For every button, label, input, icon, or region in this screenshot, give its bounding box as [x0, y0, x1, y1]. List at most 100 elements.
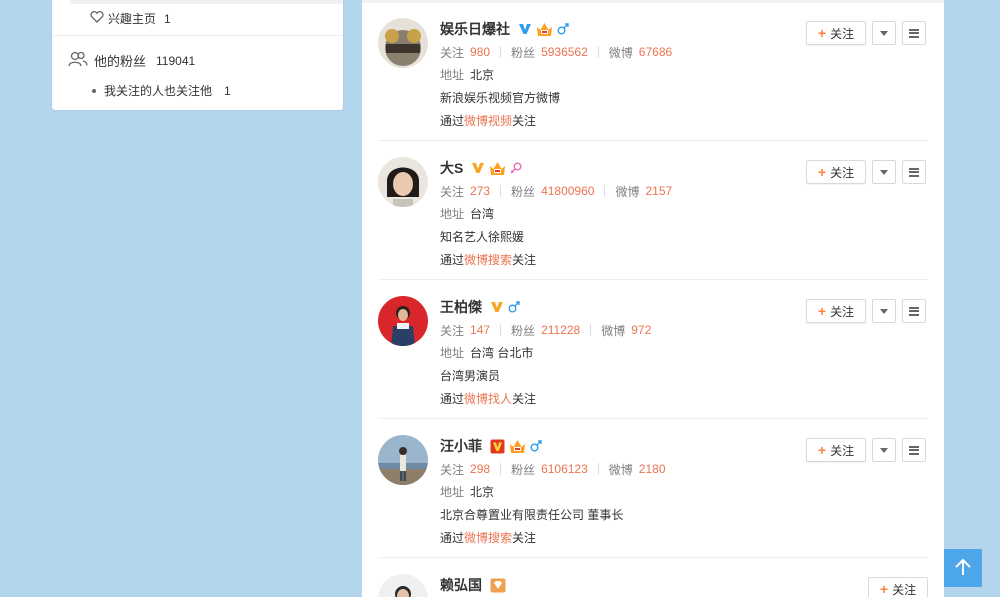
- following-count[interactable]: 147: [470, 323, 490, 337]
- vip-crown-icon[interactable]: [536, 22, 553, 37]
- following-label: 关注: [440, 323, 465, 338]
- follow-button-label: 关注: [830, 304, 855, 319]
- fans-count[interactable]: 211228: [541, 323, 580, 337]
- avatar[interactable]: [378, 157, 428, 207]
- heart-icon: [90, 11, 104, 26]
- user-name[interactable]: 娱乐日爆社: [440, 19, 510, 39]
- via-source-link[interactable]: 微博搜索: [464, 253, 512, 267]
- via-source-link[interactable]: 微博找人: [464, 392, 512, 406]
- vip-crown-icon[interactable]: [489, 161, 506, 176]
- following-count[interactable]: 298: [470, 462, 490, 476]
- user-item: 汪小菲 关注 298 粉丝 6106123 微博 2180 地址 北京 北京合尊置…: [378, 419, 928, 558]
- fans-count[interactable]: 5936562: [541, 45, 588, 59]
- more-dropdown-button[interactable]: [872, 21, 896, 45]
- menu-button[interactable]: [902, 438, 926, 462]
- female-icon: [510, 162, 522, 174]
- weibo-count[interactable]: 2180: [639, 462, 666, 476]
- plus-icon: +: [817, 164, 827, 180]
- blue-v-icon[interactable]: [518, 22, 532, 36]
- divider: [590, 324, 592, 336]
- follow-button[interactable]: + 关注: [806, 299, 866, 323]
- description: 台湾男演员: [440, 369, 501, 383]
- more-dropdown-button[interactable]: [872, 160, 896, 184]
- interest-link[interactable]: 兴趣主页 1: [90, 10, 171, 27]
- user-list: 娱乐日爆社 关注 980 粉丝 5936562 微博 67686 地址 北京 新浪…: [362, 0, 944, 597]
- weibo-count[interactable]: 67686: [639, 45, 672, 59]
- via-label: 通过: [440, 114, 465, 128]
- fans-label: 粉丝: [511, 323, 536, 338]
- user-name[interactable]: 大S: [440, 158, 463, 178]
- via-suffix: 关注: [512, 392, 537, 406]
- mutual-label: 我关注的人也关注他: [104, 84, 213, 98]
- mutual-count: 1: [224, 83, 231, 98]
- fans-count[interactable]: 41800960: [541, 184, 594, 198]
- user-item: 王柏傑 关注 147 粉丝 211228 微博 972 地址 台湾 台北市 台湾男…: [378, 280, 928, 419]
- menu-icon: [909, 445, 919, 455]
- divider: [597, 463, 599, 475]
- follow-button-label: 关注: [830, 165, 855, 180]
- avatar[interactable]: [378, 574, 428, 597]
- address-label: 地址: [440, 68, 465, 82]
- address-value: 台湾: [470, 207, 495, 221]
- follow-button[interactable]: + 关注: [868, 577, 928, 597]
- menu-button[interactable]: [902, 21, 926, 45]
- address-line: 地址 北京: [440, 483, 800, 501]
- via-label: 通过: [440, 531, 465, 545]
- user-stats: 关注 980 粉丝 5936562 微博 67686: [440, 43, 800, 61]
- avatar[interactable]: [378, 18, 428, 68]
- description: 新浪娱乐视频官方微博: [440, 91, 561, 105]
- following-label: 关注: [440, 462, 465, 477]
- bullet-icon: [92, 88, 96, 93]
- mutual-link[interactable]: 我关注的人也关注他 1: [92, 82, 231, 99]
- following-label: 关注: [440, 45, 465, 60]
- description: 北京合尊置业有限责任公司 董事长: [440, 508, 624, 522]
- via-source-link[interactable]: 微博搜索: [464, 531, 512, 545]
- male-icon: [530, 440, 542, 452]
- via-source-link[interactable]: 微博视频: [464, 114, 512, 128]
- fans-label: 粉丝: [511, 184, 536, 199]
- address-value: 北京: [470, 68, 495, 82]
- menu-button[interactable]: [902, 160, 926, 184]
- weibo-count[interactable]: 972: [631, 323, 651, 337]
- via-label: 通过: [440, 392, 465, 406]
- plus-icon: +: [879, 581, 889, 597]
- yellow-v-icon[interactable]: [471, 161, 485, 175]
- follow-button[interactable]: + 关注: [806, 438, 866, 462]
- fans-count[interactable]: 6106123: [541, 462, 588, 476]
- gem-icon[interactable]: [490, 578, 506, 593]
- weibo-count[interactable]: 2157: [645, 184, 672, 198]
- avatar[interactable]: [378, 435, 428, 485]
- follow-button-label: 关注: [830, 26, 855, 41]
- following-count[interactable]: 980: [470, 45, 490, 59]
- following-count[interactable]: 273: [470, 184, 490, 198]
- divider: [500, 185, 502, 197]
- avatar[interactable]: [378, 296, 428, 346]
- more-dropdown-button[interactable]: [872, 299, 896, 323]
- following-label: 关注: [440, 184, 465, 199]
- user-item: 娱乐日爆社 关注 980 粉丝 5936562 微博 67686 地址 北京 新浪…: [378, 2, 928, 141]
- follow-button[interactable]: + 关注: [806, 21, 866, 45]
- fans-label: 粉丝: [511, 462, 536, 477]
- user-name[interactable]: 赖弘国: [440, 575, 482, 595]
- fans-link[interactable]: 他的粉丝 119041: [68, 51, 195, 70]
- male-icon: [557, 23, 569, 35]
- users-icon: [68, 51, 88, 70]
- back-to-top-button[interactable]: [944, 549, 982, 587]
- caret-down-icon: [880, 30, 888, 36]
- user-name[interactable]: 汪小菲: [440, 436, 482, 456]
- yellow-v-icon[interactable]: [490, 300, 504, 314]
- divider: [604, 185, 606, 197]
- address-line: 地址 北京: [440, 66, 800, 84]
- user-stats: 关注 298 粉丝 6106123 微博 2180: [440, 460, 800, 478]
- weibo-label: 微博: [601, 323, 626, 338]
- user-name[interactable]: 王柏傑: [440, 297, 482, 317]
- more-dropdown-button[interactable]: [872, 438, 896, 462]
- interest-row: 兴趣主页 1: [52, 0, 343, 36]
- address-value: 北京: [470, 485, 495, 499]
- plus-icon: +: [817, 25, 827, 41]
- menu-button[interactable]: [902, 299, 926, 323]
- follow-button[interactable]: + 关注: [806, 160, 866, 184]
- weibo-label: 微博: [608, 45, 633, 60]
- red-v-icon[interactable]: [490, 439, 505, 454]
- vip-crown-icon[interactable]: [509, 439, 526, 454]
